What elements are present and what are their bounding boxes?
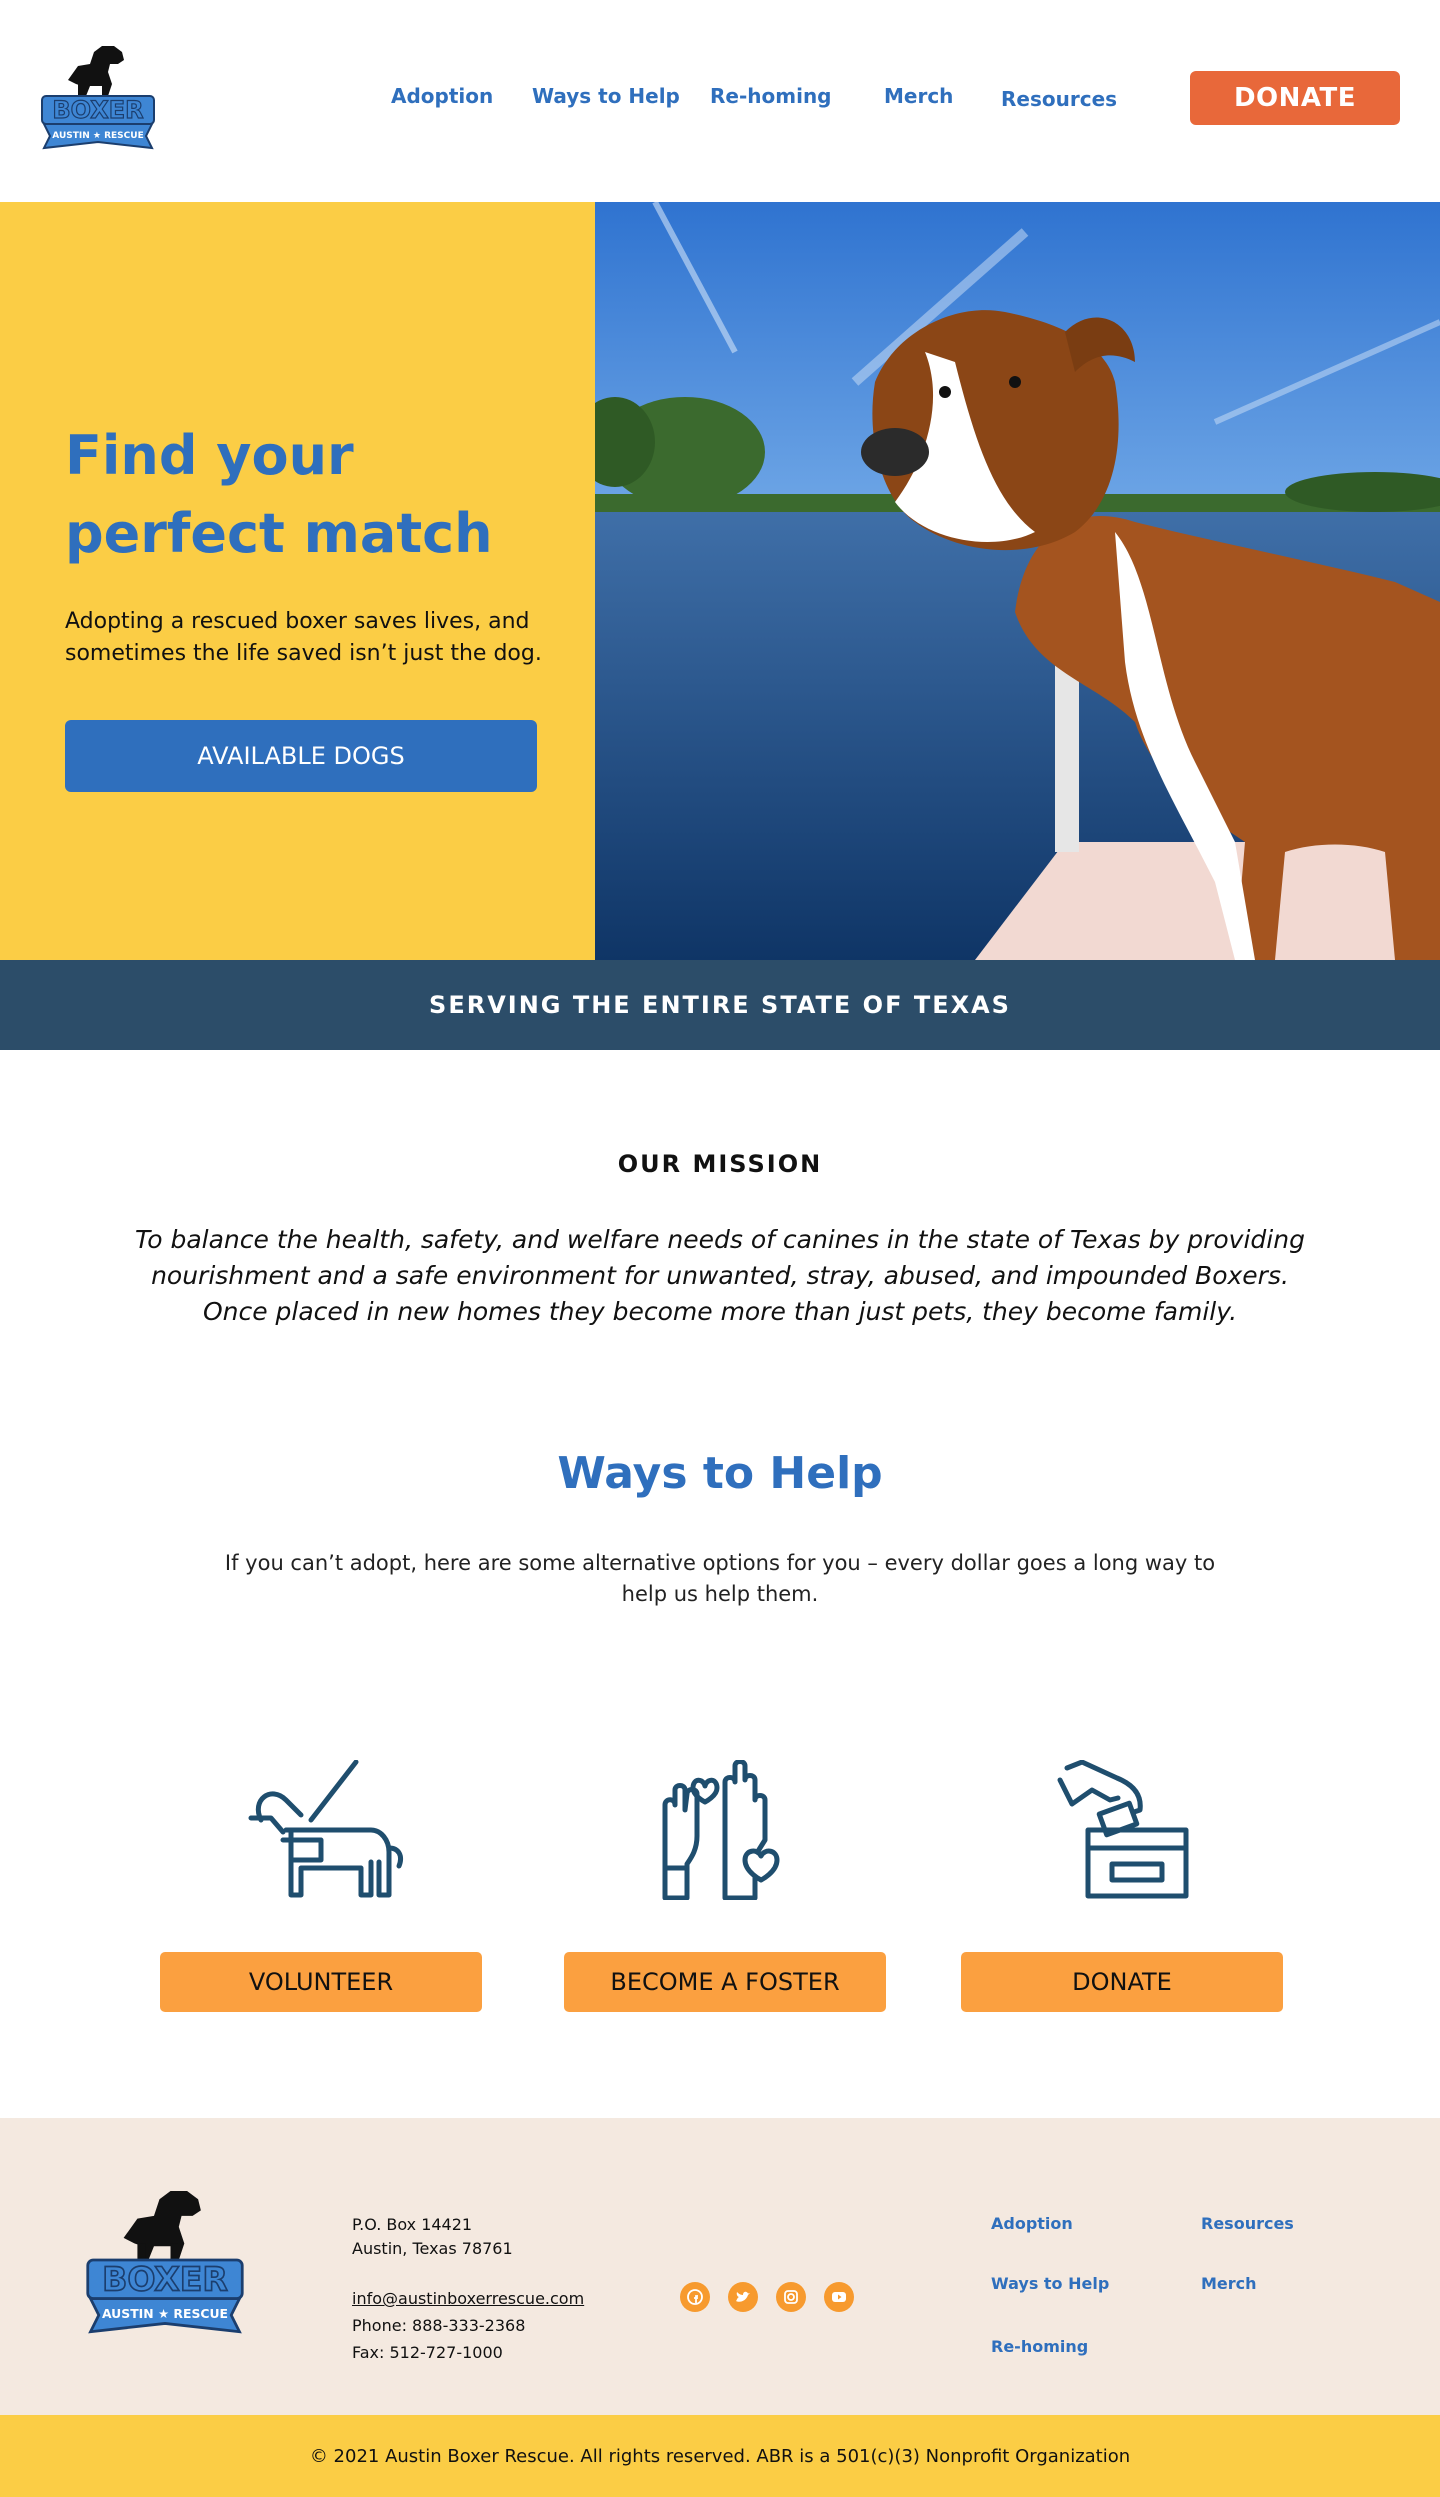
footer-link-adoption[interactable]: Adoption — [991, 2214, 1073, 2233]
svg-text:AUSTIN ★ RESCUE: AUSTIN ★ RESCUE — [102, 2306, 228, 2321]
svg-text:AUSTIN ★ RESCUE: AUSTIN ★ RESCUE — [52, 131, 143, 141]
nav-ways-to-help[interactable]: Ways to Help — [532, 84, 680, 108]
fax-text: Fax: 512-727-1000 — [352, 2343, 503, 2362]
social-links — [680, 2282, 854, 2312]
site-header: BOXER AUSTIN ★ RESCUE Adoption Ways to H… — [0, 0, 1440, 202]
footer-logo[interactable]: BOXER AUSTIN ★ RESCUE — [80, 2180, 250, 2340]
service-dog-icon — [248, 1760, 404, 1898]
instagram-icon[interactable] — [776, 2282, 806, 2312]
email-link[interactable]: info@austinboxerrescue.com — [352, 2289, 584, 2308]
nav-re-homing[interactable]: Re-homing — [710, 84, 832, 108]
mission-heading: OUR MISSION — [617, 1150, 823, 1178]
become-foster-button[interactable]: BECOME A FOSTER — [564, 1952, 886, 2012]
hero-panel: Find your perfect match Adopting a rescu… — [0, 202, 595, 960]
footer-link-re-homing[interactable]: Re-homing — [991, 2337, 1088, 2356]
nav-adoption[interactable]: Adoption — [391, 84, 493, 108]
address-line-2: Austin, Texas 78761 — [352, 2239, 513, 2258]
address-line-1: P.O. Box 14421 — [352, 2215, 473, 2234]
volunteer-button[interactable]: VOLUNTEER — [160, 1952, 482, 2012]
copyright-bar: © 2021 Austin Boxer Rescue. All rights r… — [0, 2415, 1440, 2497]
nav-resources[interactable]: Resources — [1001, 87, 1117, 111]
youtube-icon[interactable] — [824, 2282, 854, 2312]
site-footer: BOXER AUSTIN ★ RESCUE P.O. Box 14421 Aus… — [0, 2118, 1440, 2415]
boxer-logo-icon: BOXER AUSTIN ★ RESCUE — [86, 2191, 244, 2334]
ways-text: If you can’t adopt, here are some altern… — [224, 1551, 1216, 1606]
donate-secondary-button[interactable]: DONATE — [961, 1952, 1283, 2012]
ways-to-help-section: Ways to Help If you can’t adopt, here ar… — [0, 1430, 1440, 2118]
phone-text: Phone: 888-333-2368 — [352, 2316, 526, 2335]
nav-merch[interactable]: Merch — [884, 84, 953, 108]
hero-image — [595, 202, 1440, 960]
raised-hands-heart-icon — [662, 1760, 780, 1900]
boxer-on-dock-image — [595, 202, 1440, 960]
available-dogs-button[interactable]: AVAILABLE DOGS — [65, 720, 537, 792]
footer-link-ways-to-help[interactable]: Ways to Help — [991, 2274, 1109, 2293]
footer-link-resources[interactable]: Resources — [1201, 2214, 1294, 2233]
mission-text: To balance the health, safety, and welfa… — [135, 1225, 1305, 1326]
svg-text:BOXER: BOXER — [102, 2259, 228, 2298]
footer-link-merch[interactable]: Merch — [1201, 2274, 1257, 2293]
hero-title: Find your perfect match — [65, 424, 493, 565]
twitter-icon[interactable] — [728, 2282, 758, 2312]
donation-box-icon — [1057, 1760, 1189, 1899]
facebook-icon[interactable] — [680, 2282, 710, 2312]
donate-button[interactable]: DONATE — [1190, 71, 1400, 125]
ways-title: Ways to Help — [557, 1448, 883, 1499]
hero-section: Find your perfect match Adopting a rescu… — [0, 202, 1440, 960]
footer-address: P.O. Box 14421 Austin, Texas 78761 — [352, 2213, 513, 2261]
footer-contact: info@austinboxerrescue.com Phone: 888-33… — [352, 2285, 584, 2366]
mission-section: OUR MISSION To balance the health, safet… — [0, 1050, 1440, 1430]
service-area-banner: SERVING THE ENTIRE STATE OF TEXAS — [0, 960, 1440, 1050]
hero-text: Adopting a rescued boxer saves lives, an… — [65, 609, 542, 666]
